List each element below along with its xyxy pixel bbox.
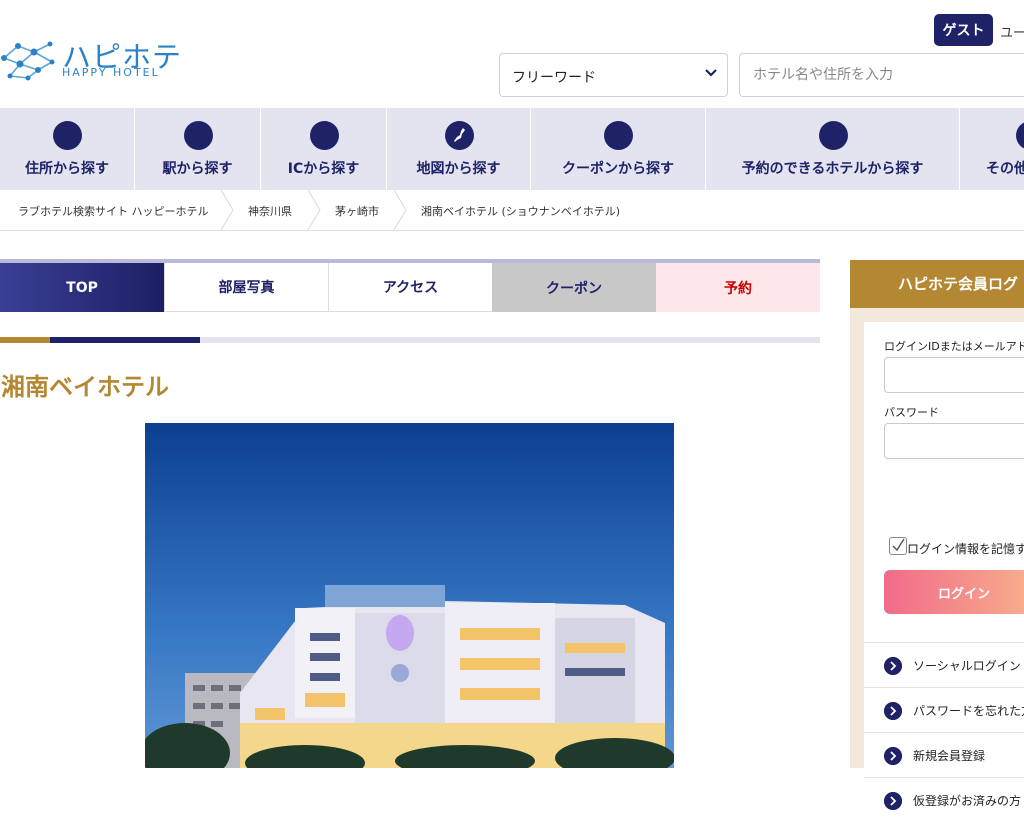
breadcrumb: ラブホテル検索サイト ハッピーホテル 神奈川県 茅ヶ崎市 湘南ベイホテル (ショ…: [0, 190, 1024, 231]
register-link[interactable]: 新規会員登録: [864, 732, 1024, 778]
password-field[interactable]: [884, 423, 1024, 459]
guest-button[interactable]: ゲスト: [934, 14, 993, 46]
chevron-right-icon: [884, 747, 902, 765]
breadcrumb-current: 湘南ベイホテル (ショウナンベイホテル): [421, 205, 621, 218]
breadcrumb-item[interactable]: 神奈川県: [248, 203, 292, 219]
breadcrumb-item[interactable]: 茅ヶ崎市: [335, 203, 379, 219]
login-form: ログインIDまたはメールアドレ パスワード ログイン情報を記憶す ログイン ソー…: [864, 322, 1024, 810]
chevron-right-icon: [884, 657, 902, 675]
search-input[interactable]: [739, 53, 1024, 97]
login-panel: ハピホテ会員ログ ログインIDまたはメールアドレ パスワード ログイン情報を記憶…: [850, 260, 1024, 810]
forgot-password-link[interactable]: パスワードを忘れた方: [864, 687, 1024, 733]
breadcrumb-separator-icon: [393, 190, 407, 230]
freeword-label: フリーワード: [512, 70, 596, 86]
highway-icon: [310, 121, 339, 150]
password-label: パスワード: [884, 406, 939, 419]
hotel-title: 湘南ベイホテル: [1, 373, 169, 401]
tab-access[interactable]: アクセス: [328, 263, 492, 312]
chevron-right-icon: [884, 792, 902, 810]
link-label: パスワードを忘れた方: [913, 704, 1024, 718]
check-icon: [892, 538, 905, 552]
chevron-down-icon: [705, 69, 717, 77]
logo-subtitle: HAPPY HOTEL: [62, 66, 160, 79]
nav-label: 地図から探す: [416, 161, 501, 177]
breadcrumb-separator-icon: [307, 190, 321, 230]
login-button[interactable]: ログイン: [884, 570, 1024, 614]
nav-label: クーポンから探す: [562, 161, 674, 177]
nav-search-by-ic[interactable]: ICから探す: [261, 108, 387, 190]
tab-top[interactable]: TOP: [0, 263, 164, 312]
link-label: 新規会員登録: [913, 749, 986, 763]
japan-map-icon: [445, 121, 474, 150]
section-divider: [0, 337, 820, 343]
login-id-label: ログインIDまたはメールアドレ: [884, 340, 1024, 353]
nav-label: その他: [986, 161, 1024, 177]
hotel-exterior-photo: [145, 423, 674, 768]
login-id-field[interactable]: [884, 357, 1024, 393]
link-label: 仮登録がお済みの方: [913, 794, 1022, 808]
breadcrumb-separator-icon: [220, 190, 234, 230]
login-panel-title: ハピホテ会員ログ: [898, 275, 1019, 293]
nav-search-by-map[interactable]: 地図から探す: [387, 108, 531, 190]
login-panel-header: ハピホテ会員ログ: [850, 260, 1024, 308]
nav-search-reservable[interactable]: 予約のできるホテルから探す: [706, 108, 960, 190]
user-menu-text[interactable]: ユー: [1000, 22, 1024, 41]
social-login-link[interactable]: ソーシャルログイン: [864, 642, 1024, 688]
nav-other[interactable]: その他: [960, 108, 1024, 190]
nav-label: 住所から探す: [25, 161, 109, 177]
tab-room-photos[interactable]: 部屋写真: [164, 263, 328, 312]
train-icon: [184, 121, 213, 150]
address-icon: [53, 121, 82, 150]
hotel-tabs: TOP 部屋写真 アクセス クーポン 予約: [0, 259, 820, 312]
nav-search-by-station[interactable]: 駅から探す: [135, 108, 261, 190]
nav-search-by-coupon[interactable]: クーポンから探す: [531, 108, 706, 190]
nav-label: 予約のできるホテルから探す: [741, 161, 924, 177]
tab-coupon[interactable]: クーポン: [492, 263, 656, 312]
tab-reserve[interactable]: 予約: [656, 263, 820, 312]
more-icon: [1016, 121, 1024, 150]
nav-search-by-address[interactable]: 住所から探す: [0, 108, 135, 190]
remember-checkbox[interactable]: [889, 537, 907, 555]
nav-label: ICから探す: [287, 161, 360, 177]
remember-label[interactable]: ログイン情報を記憶す: [907, 540, 1024, 557]
reservation-icon: [819, 121, 848, 150]
divider-accent-gold: [0, 337, 50, 343]
pre-registered-link[interactable]: 仮登録がお済みの方: [864, 777, 1024, 823]
main-nav: 住所から探す 駅から探す ICから探す 地図から探す クーポンから探す 予約ので…: [0, 108, 1024, 190]
link-label: ソーシャルログイン: [913, 659, 1021, 673]
divider-accent-navy: [50, 337, 200, 343]
coupon-icon: [604, 121, 633, 150]
breadcrumb-item[interactable]: ラブホテル検索サイト ハッピーホテル: [18, 203, 209, 219]
nav-label: 駅から探す: [162, 161, 233, 177]
chevron-right-icon: [884, 702, 902, 720]
freeword-select[interactable]: フリーワード: [499, 53, 728, 97]
